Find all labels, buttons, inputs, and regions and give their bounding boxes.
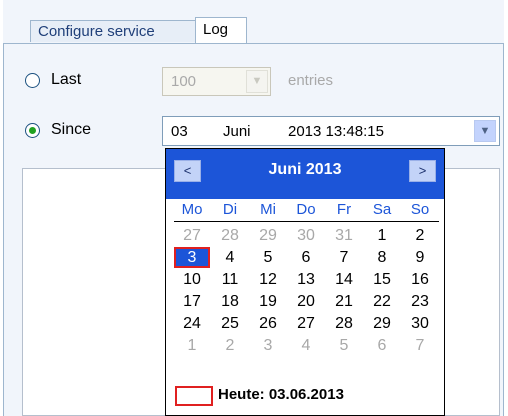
calendar-day[interactable]: 28 <box>212 225 248 246</box>
calendar-day[interactable]: 15 <box>364 269 400 290</box>
calendar-day[interactable]: 18 <box>212 291 248 312</box>
calendar-day[interactable]: 1 <box>364 225 400 246</box>
next-month-button[interactable]: > <box>409 160 436 182</box>
weekday-header: Sa <box>372 201 392 218</box>
calendar-day[interactable]: 27 <box>174 225 210 246</box>
calendar-day[interactable]: 24 <box>174 313 210 334</box>
weekday-header: Di <box>222 201 238 218</box>
calendar-day[interactable]: 19 <box>250 291 286 312</box>
calendar-day[interactable]: 13 <box>288 269 324 290</box>
calendar-day[interactable]: 3 <box>250 335 286 356</box>
today-marker <box>175 386 213 406</box>
calendar-day[interactable]: 30 <box>402 313 438 334</box>
calendar-day[interactable]: 25 <box>212 313 248 334</box>
calendar-day[interactable]: 30 <box>288 225 324 246</box>
today-button[interactable]: Heute: 03.06.2013 <box>218 386 344 403</box>
calendar-header: < Juni 2013 > <box>166 149 444 199</box>
calendar-day[interactable]: 29 <box>250 225 286 246</box>
calendar-day[interactable]: 28 <box>326 313 362 334</box>
calendar-day[interactable]: 5 <box>250 247 286 268</box>
calendar-day[interactable]: 2 <box>402 225 438 246</box>
tab-configure-service[interactable]: Configure service <box>30 20 196 42</box>
tab-log[interactable]: Log <box>195 17 247 43</box>
calendar-day[interactable]: 3 <box>174 247 210 268</box>
last-count-value: 100 <box>171 73 197 90</box>
since-datetime-picker[interactable]: 03 Juni 2013 13:48:15 ▼ <box>162 116 500 146</box>
calendar-day[interactable]: 31 <box>326 225 362 246</box>
calendar-day[interactable]: 26 <box>250 313 286 334</box>
chevron-down-icon: ▼ <box>246 70 268 93</box>
calendar-day[interactable]: 8 <box>364 247 400 268</box>
calendar-day[interactable]: 12 <box>250 269 286 290</box>
tab-divider <box>3 43 504 44</box>
calendar-day[interactable]: 9 <box>402 247 438 268</box>
calendar-day[interactable]: 6 <box>364 335 400 356</box>
calendar-day[interactable]: 1 <box>174 335 210 356</box>
calendar-day[interactable]: 2 <box>212 335 248 356</box>
chevron-down-icon[interactable]: ▼ <box>474 120 496 142</box>
calendar-day[interactable]: 11 <box>212 269 248 290</box>
calendar-day[interactable]: 4 <box>288 335 324 356</box>
weekday-header: Mo <box>181 201 203 218</box>
calendar-day[interactable]: 6 <box>288 247 324 268</box>
calendar-day[interactable]: 23 <box>402 291 438 312</box>
last-count-select[interactable]: 100 ▼ <box>162 67 271 96</box>
calendar-day[interactable]: 20 <box>288 291 324 312</box>
entries-label: entries <box>288 72 334 89</box>
since-radio[interactable] <box>25 123 40 138</box>
since-label: Since <box>51 121 92 138</box>
weekday-header: So <box>410 201 430 218</box>
calendar-dropdown: < Juni 2013 > Heute: 03.06.2013 Mo Di Mi Do… <box>165 148 445 416</box>
calendar-month-title: Juni 2013 <box>268 161 342 178</box>
calendar-day[interactable]: 7 <box>402 335 438 356</box>
last-radio[interactable] <box>25 73 40 88</box>
calendar-day[interactable]: 17 <box>174 291 210 312</box>
since-datetime[interactable]: 2013 13:48:15 <box>288 123 384 140</box>
calendar-day[interactable]: 21 <box>326 291 362 312</box>
radio-selected-dot <box>29 127 36 134</box>
calendar-day[interactable]: 4 <box>212 247 248 268</box>
tab-strip: Configure service Log <box>3 0 504 44</box>
weekday-header: Fr <box>336 201 352 218</box>
since-day[interactable]: 03 <box>171 123 188 140</box>
weekday-header: Mi <box>260 201 276 218</box>
calendar-day[interactable]: 7 <box>326 247 362 268</box>
calendar-day[interactable]: 5 <box>326 335 362 356</box>
weekday-divider <box>174 221 439 222</box>
calendar-day[interactable]: 22 <box>364 291 400 312</box>
last-label: Last <box>51 71 82 88</box>
calendar-day[interactable]: 14 <box>326 269 362 290</box>
calendar-day[interactable]: 29 <box>364 313 400 334</box>
calendar-day[interactable]: 10 <box>174 269 210 290</box>
calendar-day[interactable]: 27 <box>288 313 324 334</box>
weekday-header: Do <box>296 201 316 218</box>
calendar-day[interactable]: 16 <box>402 269 438 290</box>
since-month[interactable]: Juni <box>223 123 251 140</box>
